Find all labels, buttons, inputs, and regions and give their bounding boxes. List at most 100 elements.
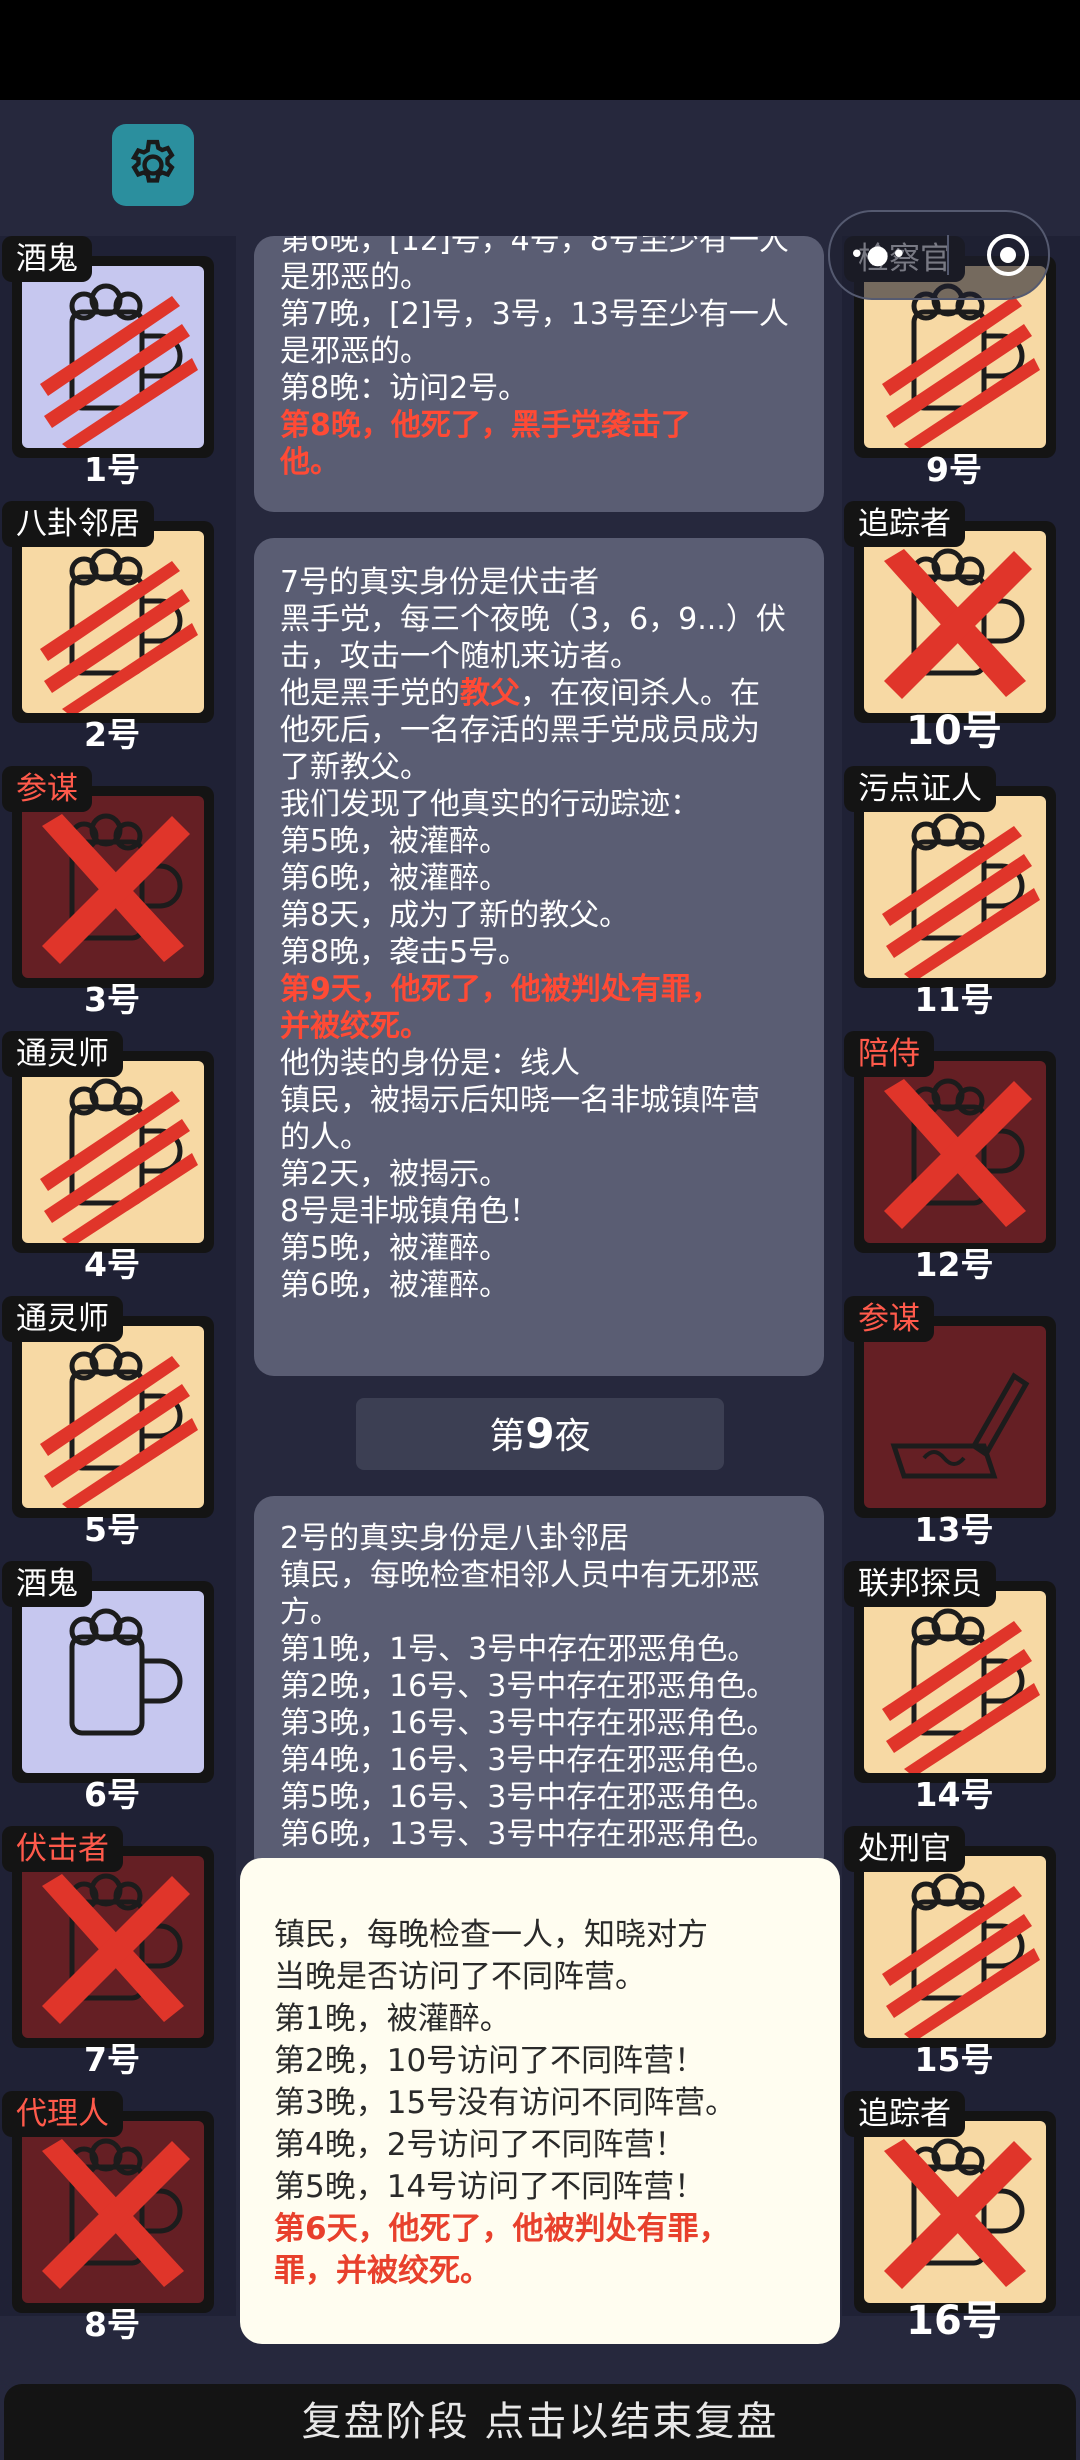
log-line: 当晚是否访问了不同阵营。 [274, 1959, 646, 1995]
mini-program-capsule[interactable]: •●• [828, 210, 1050, 300]
role-name-tag: 代理人 [2, 2091, 123, 2137]
log-line: 第7晚，[2]号，3号，13号至少有一人 [280, 297, 789, 332]
log-line: 第6天，他死了，他被判处有罪， [274, 2211, 730, 2247]
log-panel-2[interactable]: 7号的真实身份是伏击者 黑手党，每三个夜晚（3，6，9...）伏 击，攻击一个随机来… [254, 538, 824, 1376]
role-name-tag: 参谋 [2, 766, 92, 812]
log-line: 第5晚，14号访问了不同阵营！ [274, 2169, 706, 2205]
gear-icon [130, 139, 175, 183]
player-number: 14号 [914, 1775, 994, 1814]
player-number: 6号 [84, 1775, 140, 1814]
player-card[interactable]: 伏击者 7号 [0, 1826, 236, 2091]
role-name-tag: 污点证人 [844, 766, 996, 812]
role-name-tag: 伏击者 [2, 1826, 123, 1872]
card-portrait [22, 1326, 204, 1508]
player-number: 12号 [914, 1245, 994, 1284]
log-line: 第8晚，袭击5号。 [280, 935, 529, 970]
player-number: 11号 [914, 980, 994, 1019]
settings-button[interactable] [112, 124, 194, 206]
player-card[interactable]: 酒鬼 6号 [0, 1561, 236, 1826]
log-panel-3[interactable]: 2号的真实身份是八卦邻居 镇民，每晚检查相邻人员中有无邪恶 方。 第1晚，1号、3号中… [254, 1496, 824, 1876]
role-detail-popup[interactable]: 镇民，每晚检查一人，知晓对方 当晚是否访问了不同阵营。 第1晚，被灌醉。 第2晚，10… [240, 1858, 840, 2344]
eliminated-x-mark [884, 549, 1032, 699]
end-review-button[interactable]: 复盘阶段 点击以结束复盘 [4, 2384, 1076, 2460]
player-card[interactable]: 处刑官 15号 [842, 1826, 1078, 2091]
card-portrait [864, 1326, 1046, 1508]
player-number: 5号 [84, 1510, 140, 1549]
card-portrait [864, 531, 1046, 713]
log-line: 第4晚，2号访问了不同阵营！ [274, 2127, 686, 2163]
player-card[interactable]: 八卦邻居 2号 [0, 501, 236, 766]
log-line: 他。 [280, 445, 340, 480]
log-line: 第1晚，1号、3号中存在邪恶角色。 [280, 1632, 758, 1667]
more-menu-icon[interactable]: •●• [849, 240, 908, 270]
card-portrait [22, 1061, 204, 1243]
role-name-tag: 联邦探员 [844, 1561, 996, 1607]
log-line: 第8天，成为了新的教父。 [280, 898, 630, 933]
role-name-tag: 处刑官 [844, 1826, 965, 1872]
night-label-prefix: 第 [489, 1416, 526, 1457]
log-line: 第2晚，10号访问了不同阵营！ [274, 2043, 706, 2079]
card-portrait [22, 531, 204, 713]
player-card[interactable]: 参谋 3号 [0, 766, 236, 1031]
claw-slash-mark [882, 826, 1040, 978]
log-line: 罪，并被绞死。 [274, 2253, 491, 2289]
log-line: 第4晚，16号、3号中存在邪恶角色。 [280, 1743, 777, 1778]
role-name-tag: 通灵师 [2, 1031, 123, 1077]
log-line: 第3晚，15号没有访问不同阵营。 [274, 2085, 737, 2121]
log-line: 他是黑手党的教父，在夜间杀人。在 [280, 675, 824, 712]
card-portrait [864, 1061, 1046, 1243]
highlight-text: 教父 [460, 676, 520, 711]
log-line: 是邪恶的。 [280, 260, 430, 295]
night-label: 第9夜 [356, 1398, 724, 1470]
log-text: 他是黑手党的 [280, 676, 460, 711]
claw-slash-mark [882, 1886, 1040, 2038]
player-number: 10号 [906, 708, 1002, 754]
player-number: 9号 [926, 450, 982, 489]
night-label-suffix: 夜 [554, 1416, 591, 1457]
log-line: 第8晚：访问2号。 [280, 371, 529, 406]
log-line: 第6晚，被灌醉。 [280, 861, 510, 896]
role-name-tag: 八卦邻居 [2, 501, 154, 547]
claw-slash-mark [40, 1356, 198, 1508]
log-line: 是邪恶的。 [280, 334, 430, 369]
eliminated-x-mark [42, 814, 190, 964]
player-card[interactable]: 联邦探员 14号 [842, 1561, 1078, 1826]
claw-slash-mark [40, 1091, 198, 1243]
player-card[interactable]: 代理人 8号 [0, 2091, 236, 2356]
player-card[interactable]: 通灵师 4号 [0, 1031, 236, 1296]
log-line: 8号是非城镇角色！ [280, 1194, 540, 1229]
player-card[interactable]: 污点证人 11号 [842, 766, 1078, 1031]
night-label-number: 9 [525, 1409, 555, 1458]
log-line: 第8晚，他死了，黑手党袭击了 [280, 408, 691, 443]
player-card[interactable]: 参谋 13号 [842, 1296, 1078, 1561]
player-number: 3号 [84, 980, 140, 1019]
eliminated-x-mark [884, 2139, 1032, 2289]
player-number: 15号 [914, 2040, 994, 2079]
quill-icon [890, 1372, 1030, 1479]
log-panel-1[interactable]: 第6晚，[12]号，4号，8号至少有一人 是邪恶的。 第7晚，[2]号，3号，13号… [254, 236, 824, 512]
player-card[interactable]: 通灵师 5号 [0, 1296, 236, 1561]
player-number: 7号 [84, 2040, 140, 2079]
role-name-tag: 通灵师 [2, 1296, 123, 1342]
player-number: 4号 [84, 1245, 140, 1284]
player-number: 13号 [914, 1510, 994, 1549]
player-number: 8号 [84, 2305, 140, 2344]
player-card[interactable]: 酒鬼 1号 [0, 236, 236, 501]
eliminated-x-mark [42, 1874, 190, 2024]
card-portrait [864, 2121, 1046, 2303]
player-card[interactable]: 陪侍 12号 [842, 1031, 1078, 1296]
player-card[interactable]: 追踪者 16号 [842, 2091, 1078, 2356]
log-line: 方。 [280, 1595, 340, 1630]
log-line: 我们发现了他真实的行动踪迹： [280, 787, 700, 822]
card-portrait [22, 796, 204, 978]
log-line: 第6晚，被灌醉。 [280, 1268, 510, 1303]
log-line: 击，攻击一个随机来访者。 [280, 639, 640, 674]
log-line: 镇民，每晚检查一人，知晓对方 [274, 1917, 708, 1953]
close-target-icon[interactable] [986, 234, 1029, 276]
log-line: 他死后，一名存活的黑手党成员成为 [280, 713, 760, 748]
card-portrait [864, 796, 1046, 978]
eliminated-x-mark [42, 2139, 190, 2289]
player-card[interactable]: 追踪者 10号 [842, 501, 1078, 766]
log-line: 第5晚，被灌醉。 [280, 1231, 510, 1266]
role-name-tag: 陪侍 [844, 1031, 934, 1077]
